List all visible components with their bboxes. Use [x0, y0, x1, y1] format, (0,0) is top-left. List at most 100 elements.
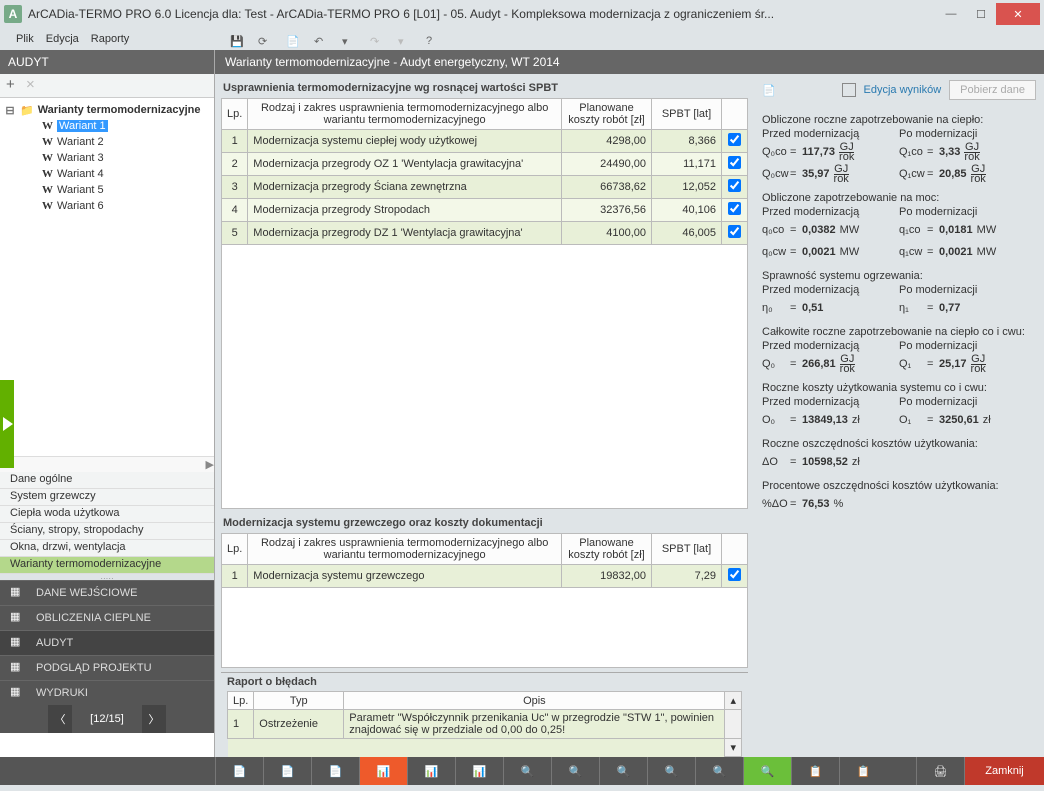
- input-icon: ▦: [10, 585, 26, 601]
- window-title: ArCADia-TERMO PRO 6.0 Licencja dla: Test…: [28, 7, 936, 21]
- fetch-data-button: Pobierz dane: [949, 80, 1036, 100]
- scroll-right-icon[interactable]: ▶: [206, 458, 214, 471]
- redo-menu-icon[interactable]: ▾: [398, 35, 416, 53]
- maximize-button[interactable]: ☐: [966, 3, 996, 25]
- refresh-icon[interactable]: ⟳: [258, 35, 276, 53]
- pager-label: [12/15]: [72, 713, 142, 725]
- category-item[interactable]: Dane ogólne: [0, 472, 214, 489]
- tables-column: Usprawnienia termomodernizacyjne wg rosn…: [215, 74, 754, 757]
- table-row[interactable]: 2Modernizacja przegrody OZ 1 'Wentylacja…: [222, 153, 748, 176]
- close-button[interactable]: ✕: [996, 3, 1040, 25]
- tree-variant[interactable]: WWariant 6: [0, 198, 214, 214]
- edit-results-link[interactable]: Edycja wyników: [864, 84, 942, 96]
- left-header: AUDYT: [0, 50, 214, 74]
- bottom-toolbar: 📄 📄 📄 📊 📊 📊 🔍 🔍 🔍 🔍 🔍 🔍 📋 📋 🖨 Zamknij: [0, 757, 1044, 785]
- table2-caption: Modernizacja systemu grzewczego oraz kos…: [221, 513, 748, 533]
- btm-icon-12[interactable]: 🔍: [743, 757, 791, 785]
- menu-bar: Plik Edycja Raporty: [0, 28, 1044, 50]
- close-app-button[interactable]: Zamknij: [964, 757, 1044, 785]
- pager: 〈 [12/15] 〉: [0, 705, 214, 733]
- row-checkbox[interactable]: [728, 179, 741, 192]
- category-item[interactable]: Ściany, stropy, stropodachy: [0, 523, 214, 540]
- btm-icon-9[interactable]: 🔍: [599, 757, 647, 785]
- section-item[interactable]: ▦OBLICZENIA CIEPLNE: [0, 605, 214, 630]
- tree-variant[interactable]: WWariant 1: [0, 118, 214, 134]
- calc-icon: ▦: [10, 610, 26, 626]
- row-checkbox[interactable]: [728, 133, 741, 146]
- remove-button[interactable]: ×: [26, 78, 42, 94]
- table-row[interactable]: 1Modernizacja systemu grzewczego19832,00…: [222, 565, 748, 588]
- tree-toolbar: + ×: [0, 74, 214, 98]
- undo-icon[interactable]: ↶: [314, 35, 332, 53]
- row-checkbox[interactable]: [728, 156, 741, 169]
- btm-icon-8[interactable]: 🔍: [551, 757, 599, 785]
- add-button[interactable]: +: [6, 78, 22, 94]
- title-bar: A ArCADia-TERMO PRO 6.0 Licencja dla: Te…: [0, 0, 1044, 28]
- collapse-icon[interactable]: ⊟: [4, 104, 16, 117]
- btm-icon-2[interactable]: 📄: [263, 757, 311, 785]
- tree-variant[interactable]: WWariant 3: [0, 150, 214, 166]
- variant-tree[interactable]: ⊟ 📁 Warianty termomodernizacyjne WWarian…: [0, 98, 214, 456]
- print-icon: ▦: [10, 685, 26, 701]
- menu-edit[interactable]: Edycja: [46, 33, 79, 45]
- menu-reports[interactable]: Raporty: [91, 33, 130, 45]
- error-row[interactable]: 1 Ostrzeżenie Parametr "Współczynnik prz…: [228, 710, 742, 739]
- section-item[interactable]: ▦DANE WEJŚCIOWE: [0, 580, 214, 605]
- table2: Lp. Rodzaj i zakres usprawnienia termomo…: [221, 533, 748, 588]
- row-checkbox[interactable]: [728, 225, 741, 238]
- table1-caption: Usprawnienia termomodernizacyjne wg rosn…: [221, 78, 748, 98]
- table-row[interactable]: 3Modernizacja przegrody Ściana zewnętrzn…: [222, 176, 748, 199]
- section-list: ▦DANE WEJŚCIOWE▦OBLICZENIA CIEPLNE▦AUDYT…: [0, 580, 214, 705]
- pager-next[interactable]: 〉: [142, 705, 166, 733]
- results-column: 📄 Edycja wyników Pobierz dane Obliczone …: [754, 74, 1044, 757]
- menu-file[interactable]: Plik: [16, 33, 34, 45]
- redo-icon[interactable]: ↷: [370, 35, 388, 53]
- audit-icon: ▦: [10, 635, 26, 651]
- tree-root[interactable]: ⊟ 📁 Warianty termomodernizacyjne: [0, 102, 214, 118]
- table-row[interactable]: 4Modernizacja przegrody Stropodach32376,…: [222, 199, 748, 222]
- category-item[interactable]: Okna, drzwi, wentylacja: [0, 540, 214, 557]
- table1: Lp. Rodzaj i zakres usprawnienia termomo…: [221, 98, 748, 245]
- undo-menu-icon[interactable]: ▾: [342, 35, 360, 53]
- btm-icon-1[interactable]: 📄: [215, 757, 263, 785]
- btm-icon-4[interactable]: 📊: [359, 757, 407, 785]
- btm-icon-10[interactable]: 🔍: [647, 757, 695, 785]
- tree-variant[interactable]: WWariant 5: [0, 182, 214, 198]
- help-icon[interactable]: ?: [426, 35, 444, 53]
- btm-icon-14[interactable]: 📋: [839, 757, 887, 785]
- doc-icon[interactable]: 📄: [286, 35, 304, 53]
- section-item[interactable]: ▦WYDRUKI: [0, 680, 214, 705]
- edit-results-checkbox[interactable]: [842, 83, 856, 97]
- category-list: Dane ogólneSystem grzewczyCiepła woda uż…: [0, 472, 214, 574]
- category-item[interactable]: Warianty termomodernizacyjne: [0, 557, 214, 574]
- doc-settings-icon[interactable]: 📄: [762, 84, 776, 97]
- btm-icon-5[interactable]: 📊: [407, 757, 455, 785]
- tree-variant[interactable]: WWariant 2: [0, 134, 214, 150]
- section-item[interactable]: ▦AUDYT: [0, 630, 214, 655]
- row-checkbox[interactable]: [728, 202, 741, 215]
- app-logo: A: [4, 5, 22, 23]
- btm-icon-7[interactable]: 🔍: [503, 757, 551, 785]
- btm-icon-3[interactable]: 📄: [311, 757, 359, 785]
- pager-prev[interactable]: 〈: [48, 705, 72, 733]
- btm-print-icon[interactable]: 🖨: [916, 757, 964, 785]
- save-icon[interactable]: 💾: [230, 35, 248, 53]
- error-table: Lp. Typ Opis ▴ 1 Ostrzeżenie Parametr "W…: [227, 691, 742, 757]
- toolbar: 💾 ⟳ 📄 ↶ ▾ ↷ ▾ ?: [220, 32, 454, 56]
- error-report: Raport o błędach Lp. Typ Opis ▴ 1 Ostrze…: [221, 672, 748, 757]
- left-panel: AUDYT + × ⊟ 📁 Warianty termomodernizacyj…: [0, 50, 215, 757]
- category-item[interactable]: Ciepła woda użytkowa: [0, 506, 214, 523]
- btm-icon-13[interactable]: 📋: [791, 757, 839, 785]
- category-item[interactable]: System grzewczy: [0, 489, 214, 506]
- row-checkbox[interactable]: [728, 568, 741, 581]
- main-panel: Warianty termomodernizacyjne - Audyt ene…: [215, 50, 1044, 757]
- btm-icon-6[interactable]: 📊: [455, 757, 503, 785]
- btm-icon-11[interactable]: 🔍: [695, 757, 743, 785]
- tree-variant[interactable]: WWariant 4: [0, 166, 214, 182]
- table-row[interactable]: 1Modernizacja systemu ciepłej wody użytk…: [222, 130, 748, 153]
- side-expand-tab[interactable]: [0, 380, 14, 468]
- preview-icon: ▦: [10, 660, 26, 676]
- minimize-button[interactable]: —: [936, 3, 966, 25]
- table-row[interactable]: 5Modernizacja przegrody DZ 1 'Wentylacja…: [222, 222, 748, 245]
- section-item[interactable]: ▦PODGLĄD PROJEKTU: [0, 655, 214, 680]
